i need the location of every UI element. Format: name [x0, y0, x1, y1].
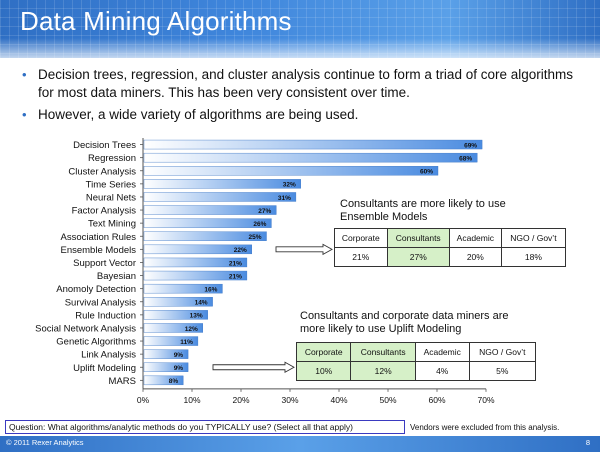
bar-value-label: 25% [248, 234, 261, 241]
uplift-value-academic: 4% [414, 361, 470, 381]
x-tick-label: 10% [183, 395, 200, 405]
bullet-list: • Decision trees, regression, and cluste… [22, 66, 592, 128]
uplift-header-academic: Academic [414, 342, 470, 362]
bar-value-label: 8% [169, 378, 179, 385]
uplift-header-consultants: Consultants [350, 342, 416, 362]
slide: Data Mining Algorithms • Decision trees,… [0, 0, 600, 452]
bar-value-label: 11% [180, 339, 193, 346]
x-tick-label: 0% [137, 395, 150, 405]
category-label: Regression [88, 153, 136, 164]
category-label: Rule Induction [75, 310, 136, 321]
uplift-header-corporate: Corporate [295, 342, 352, 362]
bullet-text: Decision trees, regression, and cluster … [38, 67, 573, 100]
bar-value-label: 69% [464, 142, 477, 149]
category-label: Bayesian [97, 271, 136, 282]
category-label: Decision Trees [73, 140, 136, 151]
bar [143, 139, 483, 150]
bar-value-label: 31% [278, 195, 291, 202]
bar-value-label: 14% [195, 300, 208, 307]
ensemble-note-line2: Ensemble Models [340, 211, 428, 223]
category-label: Uplift Modeling [73, 363, 136, 374]
category-label: Text Mining [88, 219, 136, 230]
bar-value-label: 22% [234, 247, 247, 254]
uplift-note-line2: more likely to use Uplift Modeling [300, 323, 462, 335]
category-label: Anomoly Detection [56, 284, 136, 295]
footer-band: © 2011 Rexer Analytics 8 [0, 436, 600, 452]
footer-copyright: © 2011 Rexer Analytics [6, 438, 84, 447]
bar [143, 179, 302, 189]
slide-title: Data Mining Algorithms [20, 6, 292, 36]
uplift-value-ngo: 5% [468, 361, 537, 381]
vendors-note: Vendors were excluded from this analysis… [410, 423, 560, 432]
category-label: Association Rules [60, 232, 136, 243]
ensemble-arrow-icon [275, 243, 333, 256]
bullet-dot-icon: • [22, 107, 27, 122]
ensemble-table: Corporate Consultants Academic NGO / Gov… [334, 228, 567, 267]
uplift-note: Consultants and corporate data miners ar… [300, 310, 509, 336]
category-label: Ensemble Models [60, 245, 136, 256]
x-tick-label: 20% [232, 395, 249, 405]
category-label: Support Vector [73, 258, 136, 269]
header-fade [0, 38, 600, 58]
bar [143, 166, 439, 176]
ensemble-header-corporate: Corporate [334, 228, 388, 248]
ensemble-note-line1: Consultants are more likely to use [340, 198, 506, 210]
x-tick-label: 60% [428, 395, 445, 405]
x-tick-label: 40% [330, 395, 347, 405]
bar-value-label: 13% [190, 313, 203, 320]
bar-value-label: 21% [229, 273, 242, 280]
header-band: Data Mining Algorithms [0, 0, 600, 58]
category-label: Survival Analysis [65, 297, 137, 308]
bar-value-label: 21% [229, 260, 242, 267]
bullet-item: • However, a wide variety of algorithms … [22, 106, 592, 124]
category-label: Genetic Algorithms [56, 337, 136, 348]
bullet-text: However, a wide variety of algorithms ar… [38, 107, 359, 122]
ensemble-value-corporate: 21% [334, 247, 388, 267]
bar-value-label: 26% [253, 221, 266, 228]
x-tick-label: 50% [379, 395, 396, 405]
category-label: MARS [109, 376, 136, 387]
uplift-note-line1: Consultants and corporate data miners ar… [300, 310, 509, 322]
bar [143, 218, 272, 228]
survey-question: Question: What algorithms/analytic metho… [5, 420, 405, 434]
bar-value-label: 27% [258, 208, 271, 215]
bar-value-label: 12% [185, 326, 198, 333]
uplift-header-ngo: NGO / Gov’t [468, 342, 537, 362]
uplift-arrow-icon [212, 361, 295, 374]
category-label: Cluster Analysis [68, 166, 136, 177]
bullet-dot-icon: • [22, 67, 27, 82]
bar-value-label: 9% [174, 352, 184, 359]
bar [143, 205, 277, 215]
ensemble-header-academic: Academic [448, 228, 502, 248]
category-label: Social Network Analysis [35, 323, 136, 334]
ensemble-value-academic: 20% [448, 247, 502, 267]
x-tick-label: 70% [477, 395, 494, 405]
bar-value-label: 16% [204, 286, 217, 293]
ensemble-note: Consultants are more likely to use Ensem… [340, 198, 506, 224]
ensemble-header-ngo: NGO / Gov’t [500, 228, 567, 248]
bar-value-label: 9% [174, 365, 184, 372]
bar-value-label: 32% [283, 182, 296, 189]
category-label: Neural Nets [86, 192, 136, 203]
bar-value-label: 60% [420, 169, 433, 176]
ensemble-header-consultants: Consultants [386, 228, 450, 248]
bullet-item: • Decision trees, regression, and cluste… [22, 66, 592, 102]
category-label: Time Series [86, 179, 137, 190]
bar-value-label: 68% [459, 155, 472, 162]
category-label: Factor Analysis [72, 206, 137, 217]
category-label: Link Analysis [81, 350, 136, 361]
bar [143, 192, 297, 202]
uplift-value-consultants: 12% [350, 361, 416, 381]
uplift-value-corporate: 10% [295, 361, 352, 381]
ensemble-value-consultants: 27% [386, 247, 450, 267]
footer-page-number: 8 [585, 438, 590, 447]
x-tick-label: 30% [281, 395, 298, 405]
bar [143, 152, 478, 163]
ensemble-value-ngo: 18% [500, 247, 567, 267]
uplift-table: Corporate Consultants Academic NGO / Gov… [295, 342, 537, 381]
